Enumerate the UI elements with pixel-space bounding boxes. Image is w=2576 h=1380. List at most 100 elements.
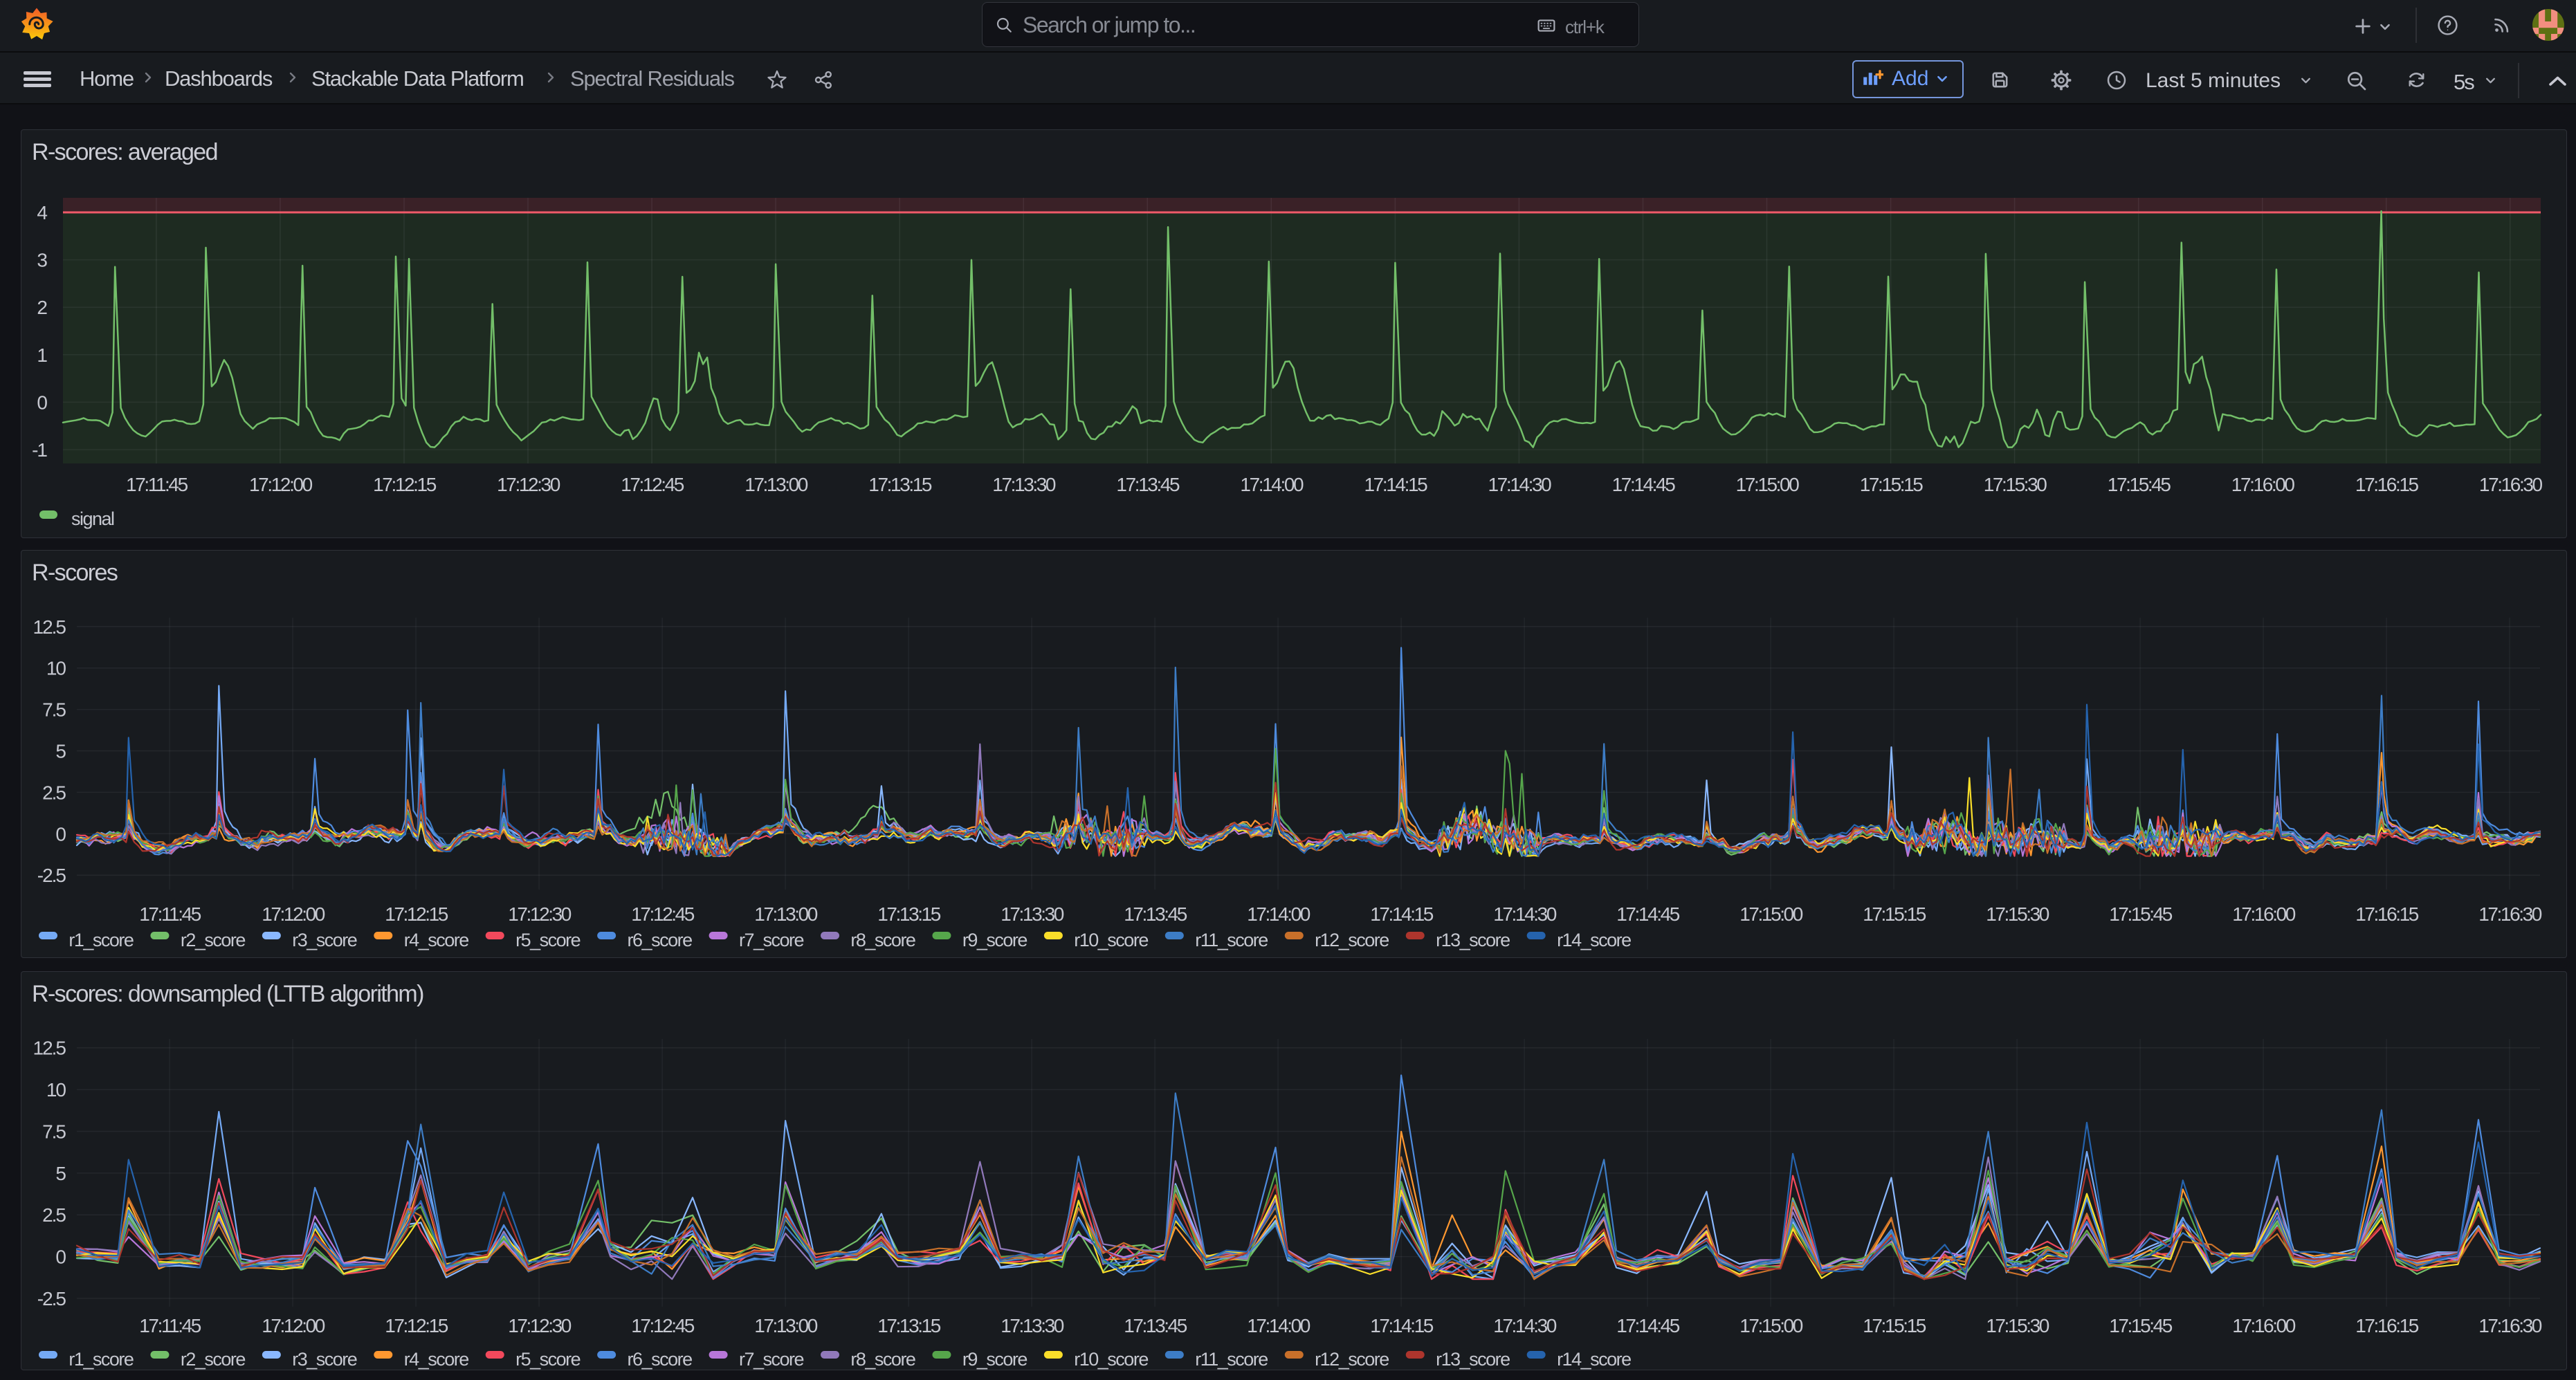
svg-text:17:15:45: 17:15:45 xyxy=(2109,1315,2173,1336)
svg-text:17:14:45: 17:14:45 xyxy=(1616,903,1680,925)
svg-text:17:14:30: 17:14:30 xyxy=(1493,1315,1557,1336)
svg-text:17:14:45: 17:14:45 xyxy=(1616,1315,1680,1336)
svg-text:17:14:00: 17:14:00 xyxy=(1240,474,1304,495)
svg-text:17:14:15: 17:14:15 xyxy=(1370,1315,1434,1336)
svg-text:17:12:00: 17:12:00 xyxy=(249,474,313,495)
svg-text:r14_score: r14_score xyxy=(1557,1349,1631,1370)
svg-text:17:13:30: 17:13:30 xyxy=(992,474,1056,495)
svg-text:signal: signal xyxy=(71,508,114,529)
svg-text:17:16:15: 17:16:15 xyxy=(2355,903,2419,925)
svg-text:3: 3 xyxy=(37,250,47,271)
svg-text:17:15:45: 17:15:45 xyxy=(2109,903,2173,925)
svg-text:0: 0 xyxy=(55,823,66,845)
svg-text:10: 10 xyxy=(46,658,66,679)
svg-text:17:13:15: 17:13:15 xyxy=(877,1315,941,1336)
svg-text:r12_score: r12_score xyxy=(1315,930,1389,950)
svg-text:17:13:00: 17:13:00 xyxy=(745,474,808,495)
svg-text:-1: -1 xyxy=(32,439,47,461)
svg-text:17:14:15: 17:14:15 xyxy=(1364,474,1428,495)
svg-text:r11_score: r11_score xyxy=(1195,930,1268,950)
svg-text:17:15:30: 17:15:30 xyxy=(1986,1315,2049,1336)
svg-text:r4_score: r4_score xyxy=(404,1349,469,1370)
svg-text:17:16:00: 17:16:00 xyxy=(2232,903,2296,925)
svg-text:2: 2 xyxy=(37,297,47,318)
svg-text:-2.5: -2.5 xyxy=(37,865,66,886)
svg-text:17:15:30: 17:15:30 xyxy=(1986,903,2049,925)
svg-text:r2_score: r2_score xyxy=(181,1349,246,1370)
svg-text:17:16:15: 17:16:15 xyxy=(2355,1315,2419,1336)
svg-text:r10_score: r10_score xyxy=(1074,930,1148,950)
svg-text:17:14:30: 17:14:30 xyxy=(1488,474,1552,495)
svg-text:17:13:30: 17:13:30 xyxy=(1001,1315,1064,1336)
svg-text:12.5: 12.5 xyxy=(33,1038,66,1059)
svg-text:17:15:15: 17:15:15 xyxy=(1860,474,1924,495)
svg-text:r10_score: r10_score xyxy=(1074,1349,1148,1370)
svg-text:r3_score: r3_score xyxy=(292,930,357,950)
svg-text:17:12:45: 17:12:45 xyxy=(631,1315,695,1336)
svg-text:17:12:30: 17:12:30 xyxy=(508,903,572,925)
svg-text:r1_score: r1_score xyxy=(68,1349,134,1370)
svg-text:5: 5 xyxy=(55,1163,66,1184)
svg-text:17:11:45: 17:11:45 xyxy=(139,903,201,925)
svg-text:r14_score: r14_score xyxy=(1557,930,1631,950)
svg-text:4: 4 xyxy=(37,202,47,223)
svg-text:5: 5 xyxy=(55,741,66,762)
svg-text:r6_score: r6_score xyxy=(628,1349,693,1370)
svg-text:r1_score: r1_score xyxy=(68,930,134,950)
svg-text:17:13:45: 17:13:45 xyxy=(1124,903,1187,925)
svg-text:7.5: 7.5 xyxy=(42,699,66,721)
svg-text:1: 1 xyxy=(37,344,47,366)
svg-text:17:16:00: 17:16:00 xyxy=(2232,1315,2296,1336)
svg-text:17:13:30: 17:13:30 xyxy=(1001,903,1064,925)
svg-text:17:12:45: 17:12:45 xyxy=(631,903,695,925)
svg-text:17:15:15: 17:15:15 xyxy=(1863,903,1926,925)
svg-text:17:13:00: 17:13:00 xyxy=(754,1315,818,1336)
svg-text:r5_score: r5_score xyxy=(515,930,581,950)
svg-text:r2_score: r2_score xyxy=(181,930,246,950)
svg-text:17:13:15: 17:13:15 xyxy=(877,903,941,925)
svg-text:17:16:15: 17:16:15 xyxy=(2355,474,2419,495)
svg-text:r7_score: r7_score xyxy=(739,930,804,950)
svg-text:r11_score: r11_score xyxy=(1195,1349,1268,1370)
svg-text:17:15:15: 17:15:15 xyxy=(1863,1315,1926,1336)
svg-text:17:16:30: 17:16:30 xyxy=(2478,1315,2542,1336)
svg-text:17:16:30: 17:16:30 xyxy=(2479,474,2543,495)
svg-text:r13_score: r13_score xyxy=(1436,1349,1510,1370)
svg-text:0: 0 xyxy=(37,392,47,413)
svg-text:r5_score: r5_score xyxy=(515,1349,581,1370)
svg-text:7.5: 7.5 xyxy=(42,1121,66,1143)
svg-text:r8_score: r8_score xyxy=(850,930,915,950)
svg-text:17:14:00: 17:14:00 xyxy=(1247,903,1310,925)
svg-text:r8_score: r8_score xyxy=(850,1349,915,1370)
svg-text:r13_score: r13_score xyxy=(1436,930,1510,950)
svg-text:17:14:00: 17:14:00 xyxy=(1247,1315,1310,1336)
svg-text:17:12:30: 17:12:30 xyxy=(508,1315,572,1336)
svg-text:17:12:15: 17:12:15 xyxy=(385,903,448,925)
svg-text:-2.5: -2.5 xyxy=(37,1288,66,1309)
svg-text:r7_score: r7_score xyxy=(739,1349,804,1370)
svg-text:17:13:00: 17:13:00 xyxy=(754,903,818,925)
svg-text:17:14:45: 17:14:45 xyxy=(1612,474,1676,495)
svg-text:r3_score: r3_score xyxy=(292,1349,357,1370)
svg-text:17:15:00: 17:15:00 xyxy=(1736,474,1800,495)
svg-text:17:11:45: 17:11:45 xyxy=(139,1315,201,1336)
svg-text:r9_score: r9_score xyxy=(962,1349,1027,1370)
svg-text:17:14:30: 17:14:30 xyxy=(1493,903,1557,925)
svg-text:17:16:00: 17:16:00 xyxy=(2231,474,2295,495)
svg-text:17:15:00: 17:15:00 xyxy=(1739,1315,1803,1336)
svg-text:r4_score: r4_score xyxy=(404,930,469,950)
svg-text:17:16:30: 17:16:30 xyxy=(2478,903,2542,925)
svg-text:r9_score: r9_score xyxy=(962,930,1027,950)
svg-text:17:12:00: 17:12:00 xyxy=(262,1315,325,1336)
svg-text:r6_score: r6_score xyxy=(628,930,693,950)
svg-text:12.5: 12.5 xyxy=(33,616,66,638)
svg-text:17:14:15: 17:14:15 xyxy=(1370,903,1434,925)
svg-text:17:12:30: 17:12:30 xyxy=(497,474,560,495)
svg-text:2.5: 2.5 xyxy=(42,1204,66,1226)
svg-text:17:15:00: 17:15:00 xyxy=(1739,903,1803,925)
svg-text:17:13:15: 17:13:15 xyxy=(868,474,932,495)
svg-text:17:13:45: 17:13:45 xyxy=(1124,1315,1187,1336)
svg-text:17:12:00: 17:12:00 xyxy=(262,903,325,925)
svg-text:2.5: 2.5 xyxy=(42,782,66,803)
svg-text:17:13:45: 17:13:45 xyxy=(1116,474,1180,495)
